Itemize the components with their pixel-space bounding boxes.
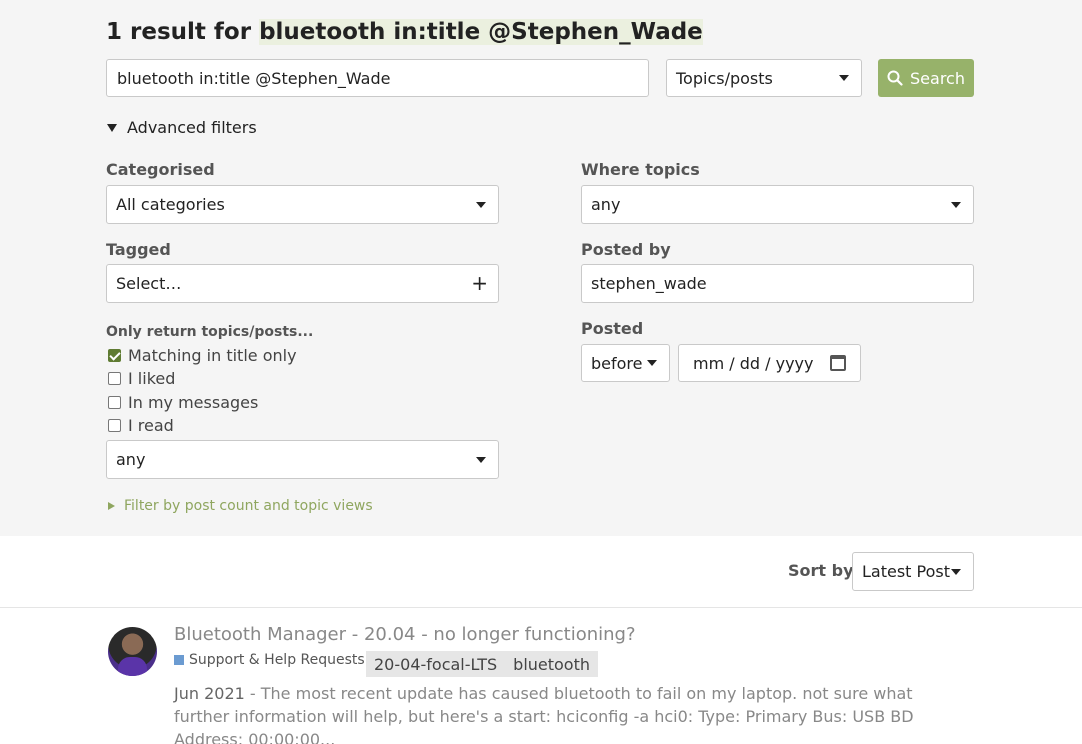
category-select[interactable]: All categories <box>106 185 499 224</box>
heading-prefix: 1 result for <box>106 19 260 45</box>
search-input-value: bluetooth in:title @Stephen_Wade <box>117 68 391 88</box>
chevron-down-icon <box>839 75 849 81</box>
check-label: I liked <box>128 369 176 388</box>
check-label: In my messages <box>128 393 259 412</box>
category-color-icon <box>174 655 184 665</box>
where-topics-select[interactable]: any <box>581 185 974 224</box>
filter-post-count-link[interactable]: Filter by post count and topic views <box>108 498 373 514</box>
tag-item[interactable]: bluetooth <box>513 655 590 674</box>
heading-query: bluetooth in:title @Stephen_Wade <box>259 19 703 45</box>
category-badge[interactable]: Support & Help Requests <box>174 652 365 668</box>
read-status-select[interactable]: any <box>106 440 499 479</box>
posted-by-label: Posted by <box>581 240 671 259</box>
result-date: Jun 2021 <box>174 684 245 703</box>
calendar-icon[interactable] <box>830 355 846 371</box>
read-status-value: any <box>116 450 146 469</box>
result-excerpt: - The most recent update has caused blue… <box>174 684 914 744</box>
posted-by-input[interactable]: stephen_wade <box>581 264 974 303</box>
check-label: Matching in title only <box>128 346 297 365</box>
search-button-label: Search <box>910 68 965 88</box>
chevron-down-icon <box>647 360 657 366</box>
categorised-label: Categorised <box>106 160 215 179</box>
chevron-down-icon <box>476 201 486 208</box>
posted-relation-select[interactable]: before <box>581 344 670 382</box>
plus-icon: + <box>471 271 488 295</box>
checkbox[interactable] <box>108 396 121 409</box>
search-icon <box>887 70 903 86</box>
posted-relation-value: before <box>591 353 643 373</box>
caret-down-icon <box>107 123 117 132</box>
chevron-down-icon <box>951 568 961 575</box>
checkbox-checked[interactable] <box>108 349 121 362</box>
check-matching-title[interactable]: Matching in title only <box>108 346 297 365</box>
filter-post-count-label: Filter by post count and topic views <box>124 498 373 514</box>
posted-by-value: stephen_wade <box>591 274 707 293</box>
results-divider <box>0 607 1082 608</box>
posted-date-input[interactable]: mm / dd / yyyy <box>678 344 861 382</box>
where-topics-value: any <box>591 195 621 214</box>
category-name: Support & Help Requests <box>189 652 365 668</box>
chevron-down-icon <box>951 201 961 208</box>
chevron-down-icon <box>476 456 486 463</box>
search-input[interactable]: bluetooth in:title @Stephen_Wade <box>106 59 649 97</box>
tag-select[interactable]: Select… + <box>106 264 499 303</box>
search-type-value: Topics/posts <box>676 68 773 88</box>
result-title-link[interactable]: Bluetooth Manager - 20.04 - no longer fu… <box>174 624 636 645</box>
search-type-select[interactable]: Topics/posts <box>666 59 862 97</box>
sort-label: Sort by <box>788 561 854 580</box>
check-label: I read <box>128 416 174 435</box>
result-blurb: Jun 2021 - The most recent update has ca… <box>174 682 954 744</box>
check-i-liked[interactable]: I liked <box>108 369 175 388</box>
posted-label: Posted <box>581 319 644 338</box>
caret-right-icon <box>108 502 115 510</box>
check-i-read[interactable]: I read <box>108 416 174 435</box>
advanced-filters-label: Advanced filters <box>127 118 257 137</box>
tag-select-placeholder: Select… <box>116 274 182 293</box>
where-topics-label: Where topics <box>581 160 700 179</box>
tag-item[interactable]: 20-04-focal-LTS <box>374 655 497 674</box>
sort-select-value: Latest Post <box>862 562 951 581</box>
posted-date-placeholder: mm / dd / yyyy <box>693 353 814 373</box>
advanced-filters-toggle[interactable]: Advanced filters <box>107 118 257 137</box>
checkbox[interactable] <box>108 372 121 385</box>
checkbox[interactable] <box>108 419 121 432</box>
tag-list: 20-04-focal-LTS bluetooth <box>366 651 599 677</box>
search-button[interactable]: Search <box>878 59 974 97</box>
avatar[interactable] <box>108 627 157 676</box>
check-in-my-messages[interactable]: In my messages <box>108 393 258 412</box>
search-panel: 1 result for bluetooth in:title @Stephen… <box>0 0 1082 536</box>
only-return-label: Only return topics/posts... <box>106 324 314 340</box>
tagged-label: Tagged <box>106 240 171 259</box>
category-select-value: All categories <box>116 195 225 214</box>
page-title: 1 result for bluetooth in:title @Stephen… <box>106 19 703 49</box>
sort-select[interactable]: Latest Post <box>852 552 974 591</box>
